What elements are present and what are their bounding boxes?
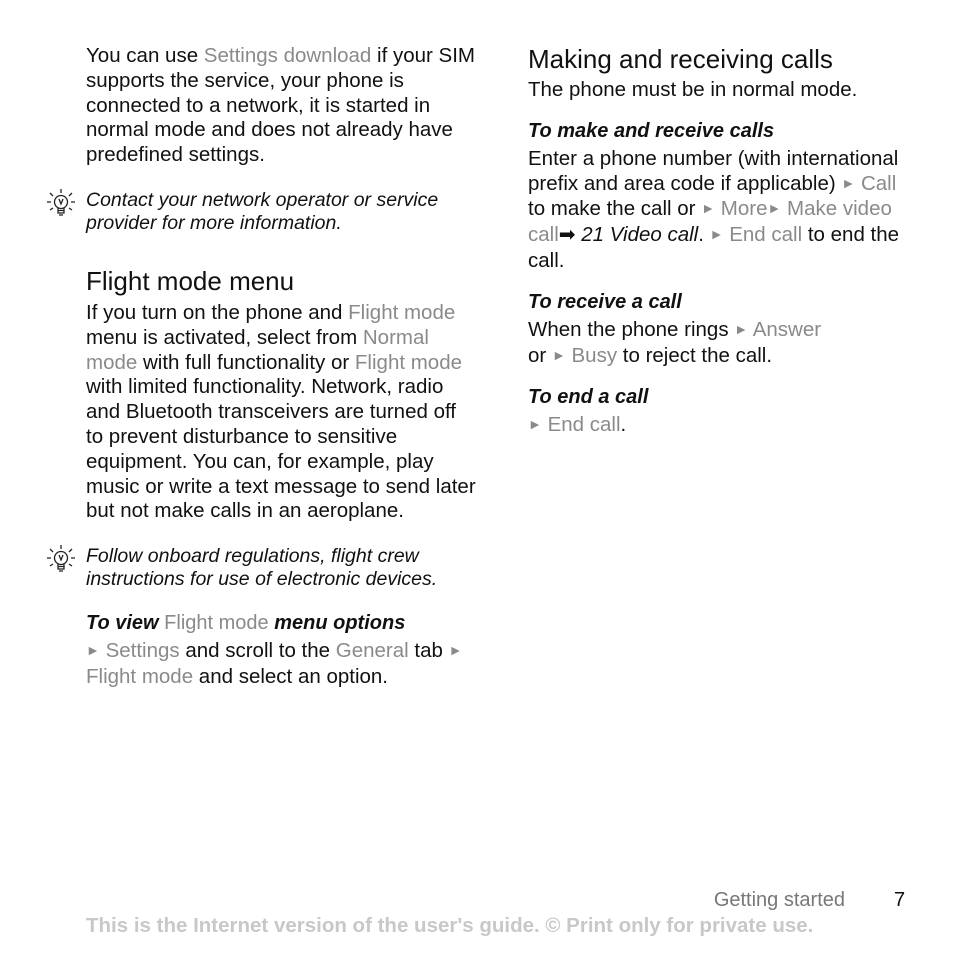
- end-call-steps: ► End call.: [528, 413, 627, 437]
- menu-item-busy: Busy: [571, 343, 618, 367]
- menu-item-general: General: [335, 639, 409, 663]
- menu-item-flight-mode: Flight mode: [354, 350, 463, 374]
- footer-copyright-notice: This is the Internet version of the user…: [86, 914, 814, 937]
- menu-item-flight-mode: Flight mode: [348, 300, 456, 324]
- menu-arrow-icon: ►: [734, 320, 749, 337]
- menu-arrow-icon: ►: [528, 416, 542, 433]
- menu-arrow-icon: ►: [551, 346, 566, 363]
- menu-item-flight-mode: Flight mode: [164, 612, 269, 635]
- settings-download-paragraph: You can use Settings download if your SI…: [86, 44, 476, 167]
- view-flight-mode-heading: To view Flight mode menu options: [86, 612, 406, 635]
- receive-call-steps: When the phone rings ► Answer or ► Busy …: [528, 317, 822, 367]
- lightbulb-tip-icon: [47, 188, 75, 216]
- menu-item-call: Call: [860, 171, 897, 195]
- make-call-steps: Enter a phone number (with international…: [528, 146, 900, 272]
- tip-text: Contact your network operator or service…: [86, 188, 439, 234]
- menu-arrow-icon: ►: [709, 226, 724, 243]
- receive-call-heading: To receive a call: [528, 290, 682, 313]
- cross-reference-arrow-icon: ➡: [558, 224, 576, 247]
- page-number: 7: [894, 889, 906, 911]
- menu-arrow-icon: ►: [767, 200, 782, 217]
- menu-item-end-call: End call: [547, 413, 621, 437]
- view-flight-mode-steps: ► Settings and scroll to the General tab…: [86, 639, 463, 688]
- menu-item-settings-download: Settings download: [203, 44, 372, 67]
- menu-item-end-call: End call: [729, 223, 803, 247]
- make-receive-calls-heading: To make and receive calls: [528, 119, 775, 142]
- menu-arrow-icon: ►: [701, 200, 716, 217]
- left-column: You can use Settings download if your SI…: [47, 44, 476, 690]
- video-call-page-reference: 21 Video call: [575, 223, 699, 247]
- menu-arrow-icon: ►: [841, 174, 856, 191]
- menu-item-more: More: [720, 197, 768, 221]
- flight-mode-paragraph: If you turn on the phone and Flight mode…: [86, 300, 476, 523]
- footer-section-title: Getting started: [713, 889, 845, 911]
- tip-onboard-regulations: Follow onboard regulations, flight crew …: [47, 545, 476, 591]
- end-call-heading: To end a call: [528, 386, 649, 409]
- making-calls-heading: Making and receiving calls: [528, 44, 833, 74]
- normal-mode-note: The phone must be in normal mode.: [528, 78, 858, 101]
- menu-arrow-icon: ►: [86, 642, 100, 659]
- menu-item-settings: Settings: [105, 639, 180, 663]
- menu-item-answer: Answer: [752, 317, 822, 341]
- tip-text: Follow onboard regulations, flight crew …: [86, 545, 438, 591]
- right-column: Making and receiving calls The phone mus…: [528, 44, 918, 439]
- tip-network-operator: Contact your network operator or service…: [47, 188, 476, 235]
- flight-mode-heading: Flight mode menu: [86, 265, 295, 296]
- menu-arrow-icon: ►: [448, 642, 463, 659]
- lightbulb-tip-icon: [47, 545, 75, 572]
- menu-item-flight-mode: Flight mode: [86, 664, 194, 688]
